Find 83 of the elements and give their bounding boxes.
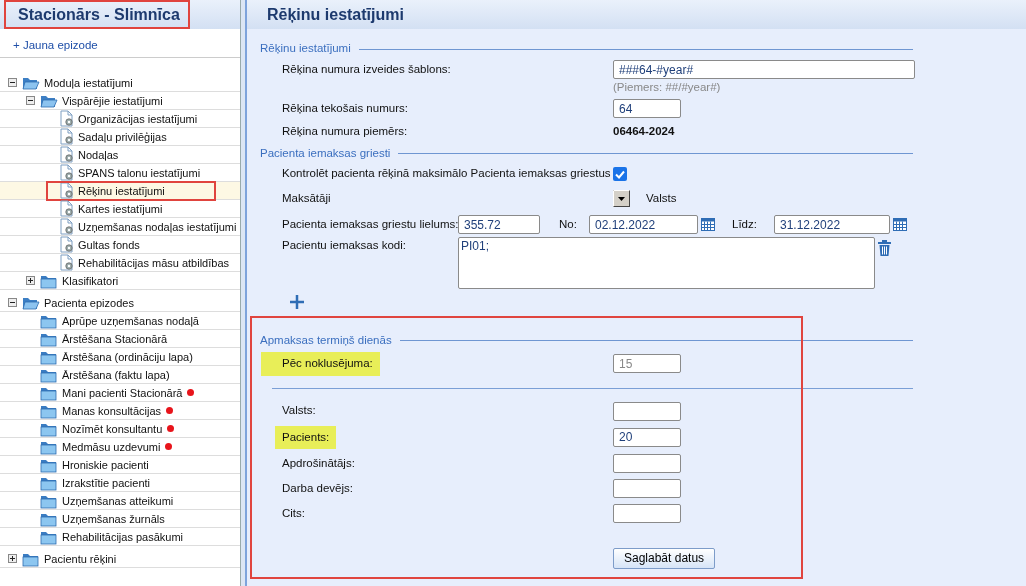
tree-item[interactable]: Sadaļu privilēģijas <box>0 128 240 147</box>
field-label: Pacients: <box>275 425 337 449</box>
document-gear-icon <box>58 146 74 164</box>
number-field[interactable] <box>613 401 681 421</box>
field-label: Cits: <box>282 505 306 521</box>
tree-item[interactable]: Mani pacienti Stacionārā <box>0 384 240 403</box>
field-label: Kontrolēt pacienta rēķinā maksimālo Pacienta iemaksas griestus <box>282 166 612 182</box>
field-label: Pēc noklusējuma: <box>261 352 380 376</box>
collapse-toggle[interactable] <box>8 298 17 308</box>
field-label: Rēķina numura piemērs: <box>282 124 409 140</box>
tree-item[interactable]: Ārstēšana (faktu lapa) <box>0 366 240 385</box>
amount-field[interactable]: 355.72 <box>458 215 540 235</box>
tree-item[interactable]: Uzņemšanas nodaļas iestatījumi <box>0 218 240 237</box>
field-label: Maksātāji <box>282 191 332 207</box>
document-gear-icon <box>58 164 74 182</box>
tree-item[interactable]: Pacienta epizodes <box>0 294 240 313</box>
checkbox[interactable] <box>613 166 627 181</box>
tree-item[interactable]: Klasifikatori <box>0 272 240 291</box>
example-value: 06464-2024 <box>613 124 675 140</box>
tree-item[interactable]: Izrakstītie pacienti <box>0 474 240 493</box>
tree-item[interactable]: Gultas fonds <box>0 236 240 255</box>
tree-item[interactable]: Pacientu rēķini <box>0 550 240 569</box>
tree-item[interactable]: Kartes iestatījumi <box>0 200 240 219</box>
tree-item[interactable]: Organizācijas iestatījumi <box>0 110 240 129</box>
field-label: No: <box>559 217 578 233</box>
expand-toggle[interactable] <box>8 554 17 564</box>
add-icon[interactable] <box>290 294 304 309</box>
number-field[interactable] <box>613 478 681 498</box>
date-field[interactable]: 31.12.2022 <box>774 215 890 235</box>
field-label: Rēķina tekošais numurs: <box>282 101 409 117</box>
number-field[interactable]: 15 <box>613 354 681 374</box>
tree-item[interactable]: Nodaļas <box>0 146 240 165</box>
panel-title: Rēķinu iestatījumi <box>266 4 404 25</box>
number-field[interactable] <box>613 453 681 473</box>
document-gear-icon <box>58 254 74 272</box>
save-button[interactable]: Saglabāt datus <box>613 547 716 569</box>
tree-item[interactable]: Uzņemšanas žurnāls <box>0 510 240 529</box>
document-gear-icon <box>58 218 74 236</box>
document-gear-icon <box>58 182 74 200</box>
field-label: Valsts: <box>282 403 317 419</box>
section-legend: Pacienta iemaksas griesti <box>260 144 391 162</box>
dropdown-button[interactable] <box>613 190 630 208</box>
new-episode-link[interactable]: + Jauna epizode <box>0 29 240 59</box>
collapse-toggle[interactable] <box>8 78 17 88</box>
tree-item[interactable]: Rēķinu iestatījumi <box>0 182 240 201</box>
tree-item[interactable]: Vispārējie iestatījumi <box>0 92 240 111</box>
section-legend: Rēķinu iestatījumi <box>260 40 351 58</box>
document-gear-icon <box>58 200 74 218</box>
hint-text: (Piemers: ##/#year#) <box>612 80 722 95</box>
tree-item[interactable]: Aprūpe uzņemšanas nodaļā <box>0 312 240 331</box>
template-field[interactable]: ###64-#year# <box>613 60 915 79</box>
trash-icon[interactable] <box>878 240 891 257</box>
field-label: Darba devējs: <box>282 480 354 496</box>
expand-toggle[interactable] <box>26 276 35 286</box>
number-field[interactable]: 20 <box>613 427 681 447</box>
calendar-icon[interactable] <box>701 217 715 233</box>
document-gear-icon <box>58 128 74 146</box>
tree-item[interactable]: Rehabilitācijas pasākumi <box>0 528 240 547</box>
field-label: Līdz: <box>732 217 758 233</box>
codes-field[interactable]: PI01; <box>458 237 875 290</box>
dropdown-value: Valsts <box>646 191 677 207</box>
tree-item[interactable]: Ārstēšana Stacionārā <box>0 330 240 349</box>
tree-item[interactable]: Hroniskie pacienti <box>0 456 240 475</box>
number-field[interactable] <box>613 503 681 523</box>
tree-item[interactable]: Nozīmēt konsultantu <box>0 420 240 439</box>
field-label: Pacientu iemaksas kodi: <box>282 238 407 254</box>
number-field[interactable]: 64 <box>613 99 681 119</box>
field-label: Apdrošinātājs: <box>282 455 356 471</box>
field-label: Pacienta iemaksas griestu lielums: <box>282 217 458 233</box>
document-gear-icon <box>58 110 74 128</box>
app-title: Stacionārs - Slimnīca <box>17 4 180 25</box>
field-label: Rēķina numura izveides šablons: <box>282 61 452 77</box>
tree-item[interactable]: Rehabilitācijas māsu atbildības <box>0 254 240 273</box>
tree-item[interactable]: Moduļa iestatījumi <box>0 74 240 93</box>
section-legend: Apmaksas termiņš dienās <box>260 331 392 349</box>
tree-item[interactable]: Ārstēšana (ordināciju lapa) <box>0 348 240 367</box>
calendar-icon[interactable] <box>893 217 907 233</box>
document-gear-icon <box>58 236 74 254</box>
collapse-toggle[interactable] <box>26 96 35 106</box>
tree-item[interactable]: Uzņemšanas atteikumi <box>0 492 240 511</box>
tree-item[interactable]: Medmāsu uzdevumi <box>0 438 240 457</box>
date-field[interactable]: 02.12.2022 <box>589 215 698 235</box>
tree-item[interactable]: Manas konsultācijas <box>0 402 240 421</box>
